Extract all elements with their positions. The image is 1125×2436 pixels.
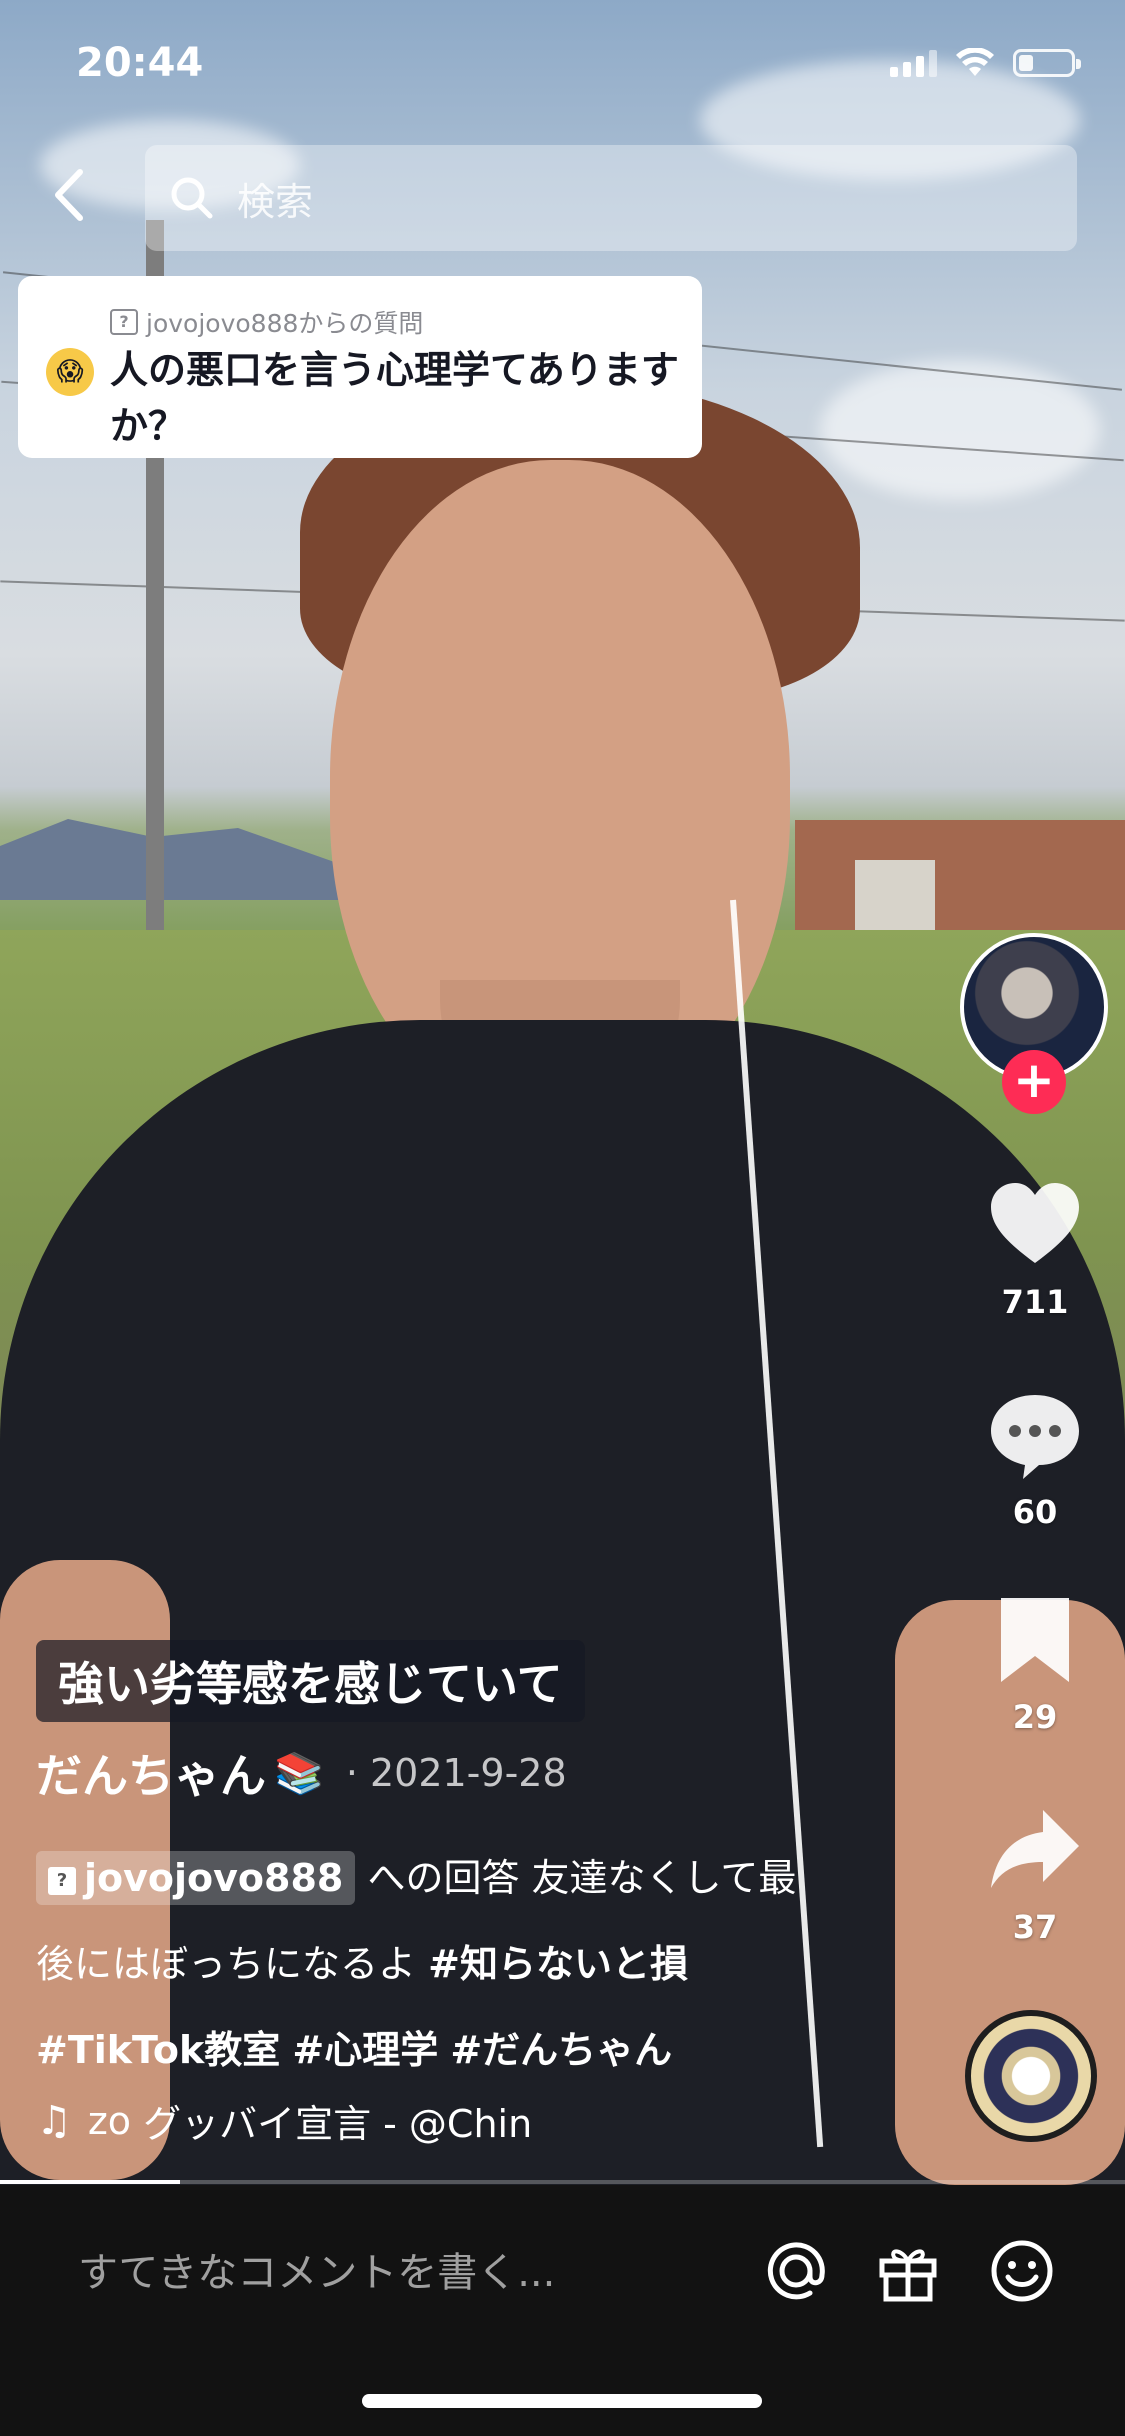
cellular-signal-icon xyxy=(890,49,937,77)
emoji-smile-icon[interactable] xyxy=(986,2235,1058,2307)
shocked-emoji-icon: 😱 xyxy=(46,348,94,396)
author-row: だんちゃん 📚 · 2021-9-28 xyxy=(36,1740,567,1806)
heart-icon xyxy=(991,1183,1079,1263)
highlight-label: 強い劣等感を感じていて xyxy=(36,1640,585,1722)
hashtag-link[interactable]: #だんちゃん xyxy=(450,2028,672,2072)
question-mention-chip[interactable]: ? jovojovo888 xyxy=(36,1851,356,1905)
question-source: ? jovojovo888からの質問 xyxy=(110,304,423,340)
question-icon: ? xyxy=(48,1866,76,1895)
home-indicator[interactable] xyxy=(362,2394,762,2408)
battery-icon xyxy=(1013,49,1081,77)
follow-plus-button[interactable]: + xyxy=(1002,1050,1066,1114)
book-stack-icon: 📚 xyxy=(274,1750,324,1797)
comment-bubble-icon xyxy=(991,1395,1079,1479)
question-text: 人の悪口を言う心理学てありますか？ xyxy=(110,348,679,448)
status-time: 20:44 xyxy=(76,40,204,86)
post-date: · 2021-9-28 xyxy=(345,1751,567,1795)
search-placeholder: 検索 xyxy=(237,179,314,224)
comment-input[interactable]: すてきなコメントを書く... xyxy=(78,2240,555,2298)
mountain xyxy=(0,819,340,900)
music-note-icon: ♫ xyxy=(36,2097,72,2144)
music-row[interactable]: ♫ zo グッバイ宣言 - @Chin xyxy=(36,2093,636,2148)
gift-icon[interactable] xyxy=(872,2235,944,2307)
hashtag-link[interactable]: #知らないと損 xyxy=(428,1942,688,1986)
music-title: グッバイ宣言 - @Chin xyxy=(143,2102,533,2146)
music-prefix: zo xyxy=(87,2098,132,2143)
search-bar[interactable]: 検索 xyxy=(145,145,1077,251)
question-card[interactable]: ? jovojovo888からの質問 😱 人の悪口を言う心理学てありますか？ xyxy=(18,276,702,458)
share-button[interactable]: 37 xyxy=(975,1800,1095,1946)
like-count: 711 xyxy=(1001,1283,1069,1321)
like-button[interactable]: 711 xyxy=(975,1175,1095,1321)
wifi-icon xyxy=(956,48,994,76)
bookmark-count: 29 xyxy=(1012,1698,1058,1736)
bookmark-button[interactable]: 29 xyxy=(975,1590,1095,1736)
status-icons xyxy=(890,48,1081,78)
cloud xyxy=(820,360,1100,500)
mention-at-icon[interactable] xyxy=(760,2235,832,2307)
share-arrow-icon xyxy=(991,1810,1079,1888)
video-progress-fill xyxy=(0,2180,180,2184)
question-from-label: jovojovo888からの質問 xyxy=(146,309,424,338)
search-icon xyxy=(171,177,213,219)
video-caption: ? jovojovo888 への回答 友達なくして最後にはぼっちになるよ #知らな… xyxy=(36,1835,816,2093)
share-count: 37 xyxy=(1012,1908,1058,1946)
back-icon[interactable] xyxy=(40,160,100,230)
hashtag-link[interactable]: #TikTok教室 xyxy=(36,2028,280,2072)
question-icon: ? xyxy=(110,309,138,335)
author-name[interactable]: だんちゃん xyxy=(36,1740,266,1806)
comment-count: 60 xyxy=(1012,1493,1058,1531)
video-progress-bar[interactable] xyxy=(0,2180,1125,2184)
comment-button[interactable]: 60 xyxy=(975,1385,1095,1531)
bookmark-icon xyxy=(1001,1598,1069,1682)
mention-user: jovojovo888 xyxy=(84,1856,344,1900)
music-disc-icon[interactable] xyxy=(965,2010,1097,2142)
hashtag-link[interactable]: #心理学 xyxy=(292,2028,438,2072)
